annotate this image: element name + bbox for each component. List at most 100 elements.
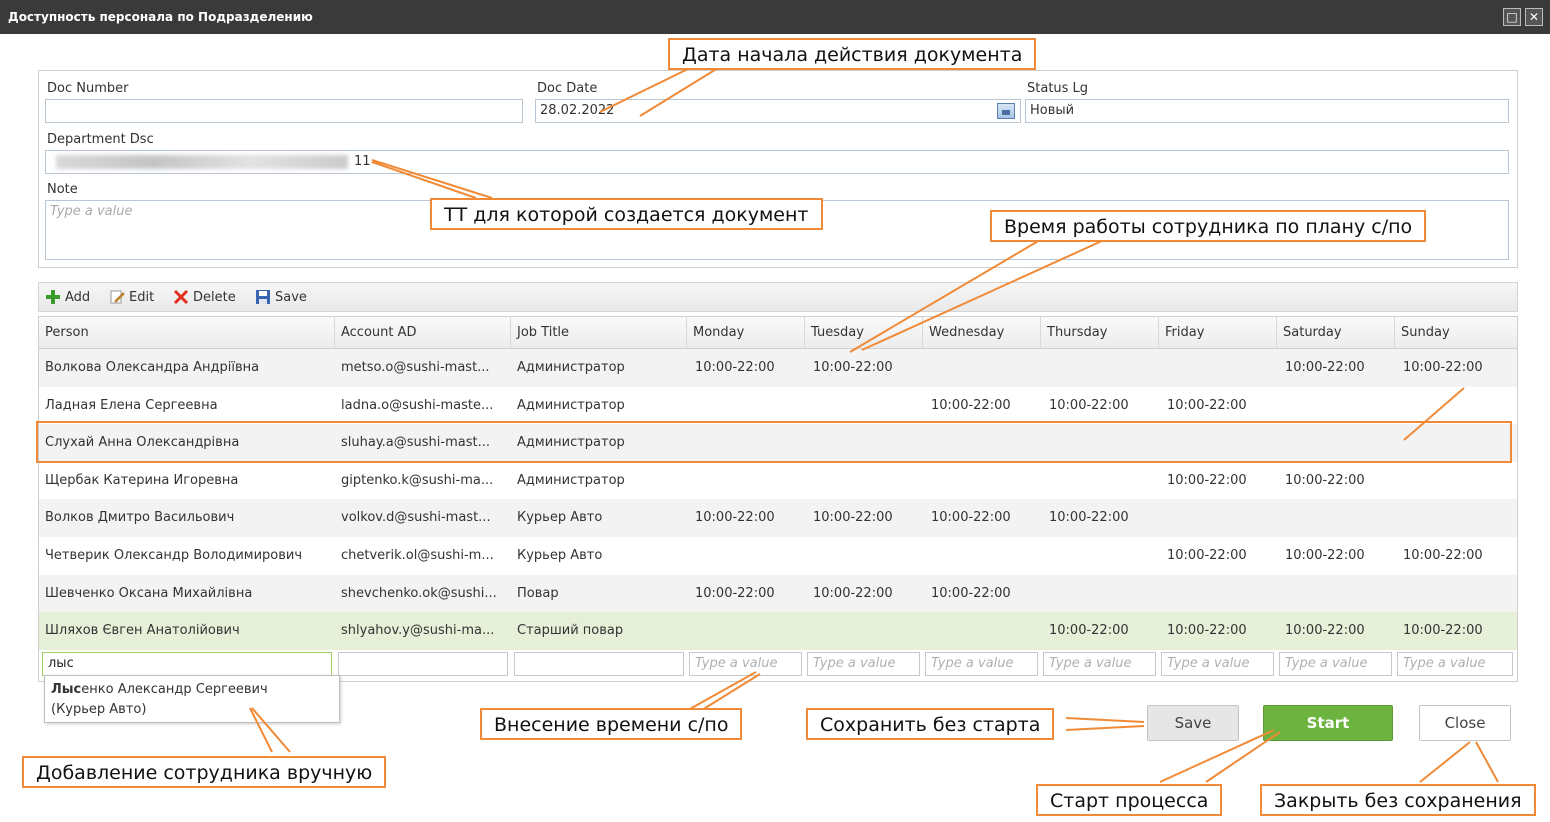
highlight-frame bbox=[36, 421, 1512, 463]
table-cell: Администратор bbox=[517, 360, 625, 375]
table-cell: Четверик Олександр Володимирович bbox=[45, 548, 303, 563]
table-cell: 10:00-22:00 bbox=[695, 585, 775, 601]
table-row[interactable]: Ладная Елена Сергеевна ladna.o@sushi-mast… bbox=[39, 387, 1517, 425]
doc-date-field[interactable]: 28.02.2022 bbox=[535, 99, 1021, 123]
table-cell: 10:00-22:00 bbox=[931, 397, 1011, 413]
table-cell: 10:00-22:00 bbox=[1403, 623, 1483, 639]
annotation-time-entry: Внесение времени с/по bbox=[480, 708, 743, 740]
start-button[interactable]: Start bbox=[1263, 705, 1393, 741]
annotation-department: ТТ для которой создается документ bbox=[430, 198, 823, 230]
table-cell: 10:00-22:00 bbox=[931, 585, 1011, 601]
person-autocomplete[interactable]: Лысенко Александр Сергеевич (Курьер Авто… bbox=[44, 675, 340, 723]
doc-date-label: Doc Date bbox=[537, 81, 598, 96]
maximize-icon[interactable]: □ bbox=[1503, 8, 1521, 26]
table-cell: chetverik.ol@sushi-m... bbox=[341, 548, 494, 563]
blurred-department-name bbox=[56, 155, 348, 169]
table-cell: 10:00-22:00 bbox=[1285, 548, 1365, 563]
table-cell: 10:00-22:00 bbox=[1049, 397, 1129, 413]
table-cell: 10:00-22:00 bbox=[813, 510, 893, 526]
table-cell: Администратор bbox=[517, 472, 625, 488]
table-cell: Администратор bbox=[517, 397, 625, 413]
table-row[interactable]: Четверик Олександр Володимирович chetveri… bbox=[39, 537, 1517, 575]
table-cell: Курьер Авто bbox=[517, 548, 603, 563]
col-monday[interactable]: Monday bbox=[687, 317, 805, 349]
table-cell: Шевченко Оксана Михайлівна bbox=[45, 585, 253, 601]
autocomplete-job: (Курьер Авто) bbox=[51, 702, 147, 717]
table-cell: 10:00-22:00 bbox=[1403, 360, 1483, 375]
saturday-time-input[interactable]: Type a value bbox=[1279, 652, 1392, 676]
table-cell: giptenko.k@sushi-ma... bbox=[341, 472, 494, 488]
person-search-input[interactable]: лыс bbox=[42, 652, 332, 676]
department-label: Department Dsc bbox=[47, 132, 154, 147]
table-cell: 10:00-22:00 bbox=[813, 585, 893, 601]
col-saturday[interactable]: Saturday bbox=[1277, 317, 1395, 349]
col-person[interactable]: Person bbox=[39, 317, 335, 349]
grid-toolbar: Add Edit Delete Save bbox=[38, 282, 1518, 312]
table-cell: 10:00-22:00 bbox=[813, 360, 893, 375]
department-field[interactable]: 11 bbox=[45, 150, 1509, 174]
table-cell: 10:00-22:00 bbox=[1403, 548, 1483, 563]
table-cell: Курьер Авто bbox=[517, 510, 603, 526]
table-cell: Ладная Елена Сергеевна bbox=[45, 397, 218, 413]
table-row[interactable]: Волков Дмитро Васильович volkov.d@sushi-m… bbox=[39, 499, 1517, 537]
floppy-disk-icon bbox=[255, 289, 271, 305]
staff-grid: Person Account AD Job Title Monday Tuesd… bbox=[38, 316, 1518, 682]
table-cell: 10:00-22:00 bbox=[695, 360, 775, 375]
col-account[interactable]: Account AD bbox=[335, 317, 511, 349]
col-job-title[interactable]: Job Title bbox=[511, 317, 687, 349]
col-sunday[interactable]: Sunday bbox=[1395, 317, 1517, 349]
edit-button[interactable]: Edit bbox=[109, 289, 154, 305]
tuesday-time-input[interactable]: Type a value bbox=[807, 652, 920, 676]
col-tuesday[interactable]: Tuesday bbox=[805, 317, 923, 349]
table-row[interactable]: Щербак Катерина Игоревна giptenko.k@sushi… bbox=[39, 462, 1517, 500]
calendar-icon[interactable] bbox=[997, 103, 1015, 119]
col-wednesday[interactable]: Wednesday bbox=[923, 317, 1041, 349]
table-cell: Повар bbox=[517, 585, 559, 601]
plus-icon bbox=[45, 289, 61, 305]
table-cell: 10:00-22:00 bbox=[1285, 472, 1365, 488]
add-button[interactable]: Add bbox=[45, 289, 90, 305]
friday-time-input[interactable]: Type a value bbox=[1161, 652, 1274, 676]
table-row[interactable]: Волкова Олександра Андріївна metso.o@sush… bbox=[39, 349, 1517, 387]
table-cell: Щербак Катерина Игоревна bbox=[45, 472, 239, 488]
table-row[interactable]: Шевченко Оксана Михайлівна shevchenko.ok@… bbox=[39, 574, 1517, 613]
table-cell: 10:00-22:00 bbox=[1167, 472, 1247, 488]
status-label: Status Lg bbox=[1027, 81, 1089, 96]
wednesday-time-input[interactable]: Type a value bbox=[925, 652, 1038, 676]
table-row[interactable]: Шляхов Євген Анатолійович shlyahov.y@sush… bbox=[39, 612, 1517, 650]
window-titlebar: Доступность персонала по Подразделению □… bbox=[0, 0, 1550, 34]
close-window-icon[interactable]: ✕ bbox=[1525, 8, 1543, 26]
delete-button[interactable]: Delete bbox=[173, 289, 236, 305]
annotation-start-process: Старт процесса bbox=[1036, 784, 1223, 816]
table-cell: 10:00-22:00 bbox=[1285, 360, 1365, 375]
annotation-work-time: Время работы сотрудника по плану с/по bbox=[990, 210, 1427, 242]
window-title: Доступность персонала по Подразделению bbox=[8, 10, 313, 24]
monday-time-input[interactable]: Type a value bbox=[689, 652, 802, 676]
table-cell: Старший повар bbox=[517, 623, 624, 639]
job-title-input[interactable] bbox=[514, 652, 684, 676]
table-cell: volkov.d@sushi-mast... bbox=[341, 510, 491, 526]
annotation-add-manual: Добавление сотрудника вручную bbox=[22, 756, 387, 788]
table-cell: 10:00-22:00 bbox=[1167, 548, 1247, 563]
table-cell: metso.o@sushi-mast... bbox=[341, 360, 490, 375]
table-cell: shevchenko.ok@sushi... bbox=[341, 585, 497, 601]
table-cell: shlyahov.y@sushi-ma... bbox=[341, 623, 495, 639]
col-thursday[interactable]: Thursday bbox=[1041, 317, 1159, 349]
save-button[interactable]: Save bbox=[1147, 705, 1239, 741]
close-button[interactable]: Close bbox=[1419, 705, 1511, 741]
doc-number-field[interactable] bbox=[45, 99, 523, 123]
department-code: 11 bbox=[354, 154, 371, 169]
account-input[interactable] bbox=[338, 652, 508, 676]
delete-label: Delete bbox=[193, 289, 236, 305]
status-field[interactable]: Новый bbox=[1025, 99, 1509, 123]
autocomplete-option[interactable]: Лысенко Александр Сергеевич bbox=[51, 680, 333, 700]
table-cell: Шляхов Євген Анатолійович bbox=[45, 623, 240, 639]
toolbar-save-button[interactable]: Save bbox=[255, 289, 307, 305]
col-friday[interactable]: Friday bbox=[1159, 317, 1277, 349]
pencil-icon bbox=[109, 289, 125, 305]
thursday-time-input[interactable]: Type a value bbox=[1043, 652, 1156, 676]
edit-label: Edit bbox=[129, 289, 155, 305]
annotation-close-no-save: Закрыть без сохранения bbox=[1260, 784, 1536, 816]
table-cell: 10:00-22:00 bbox=[1049, 510, 1129, 526]
sunday-time-input[interactable]: Type a value bbox=[1397, 652, 1513, 676]
